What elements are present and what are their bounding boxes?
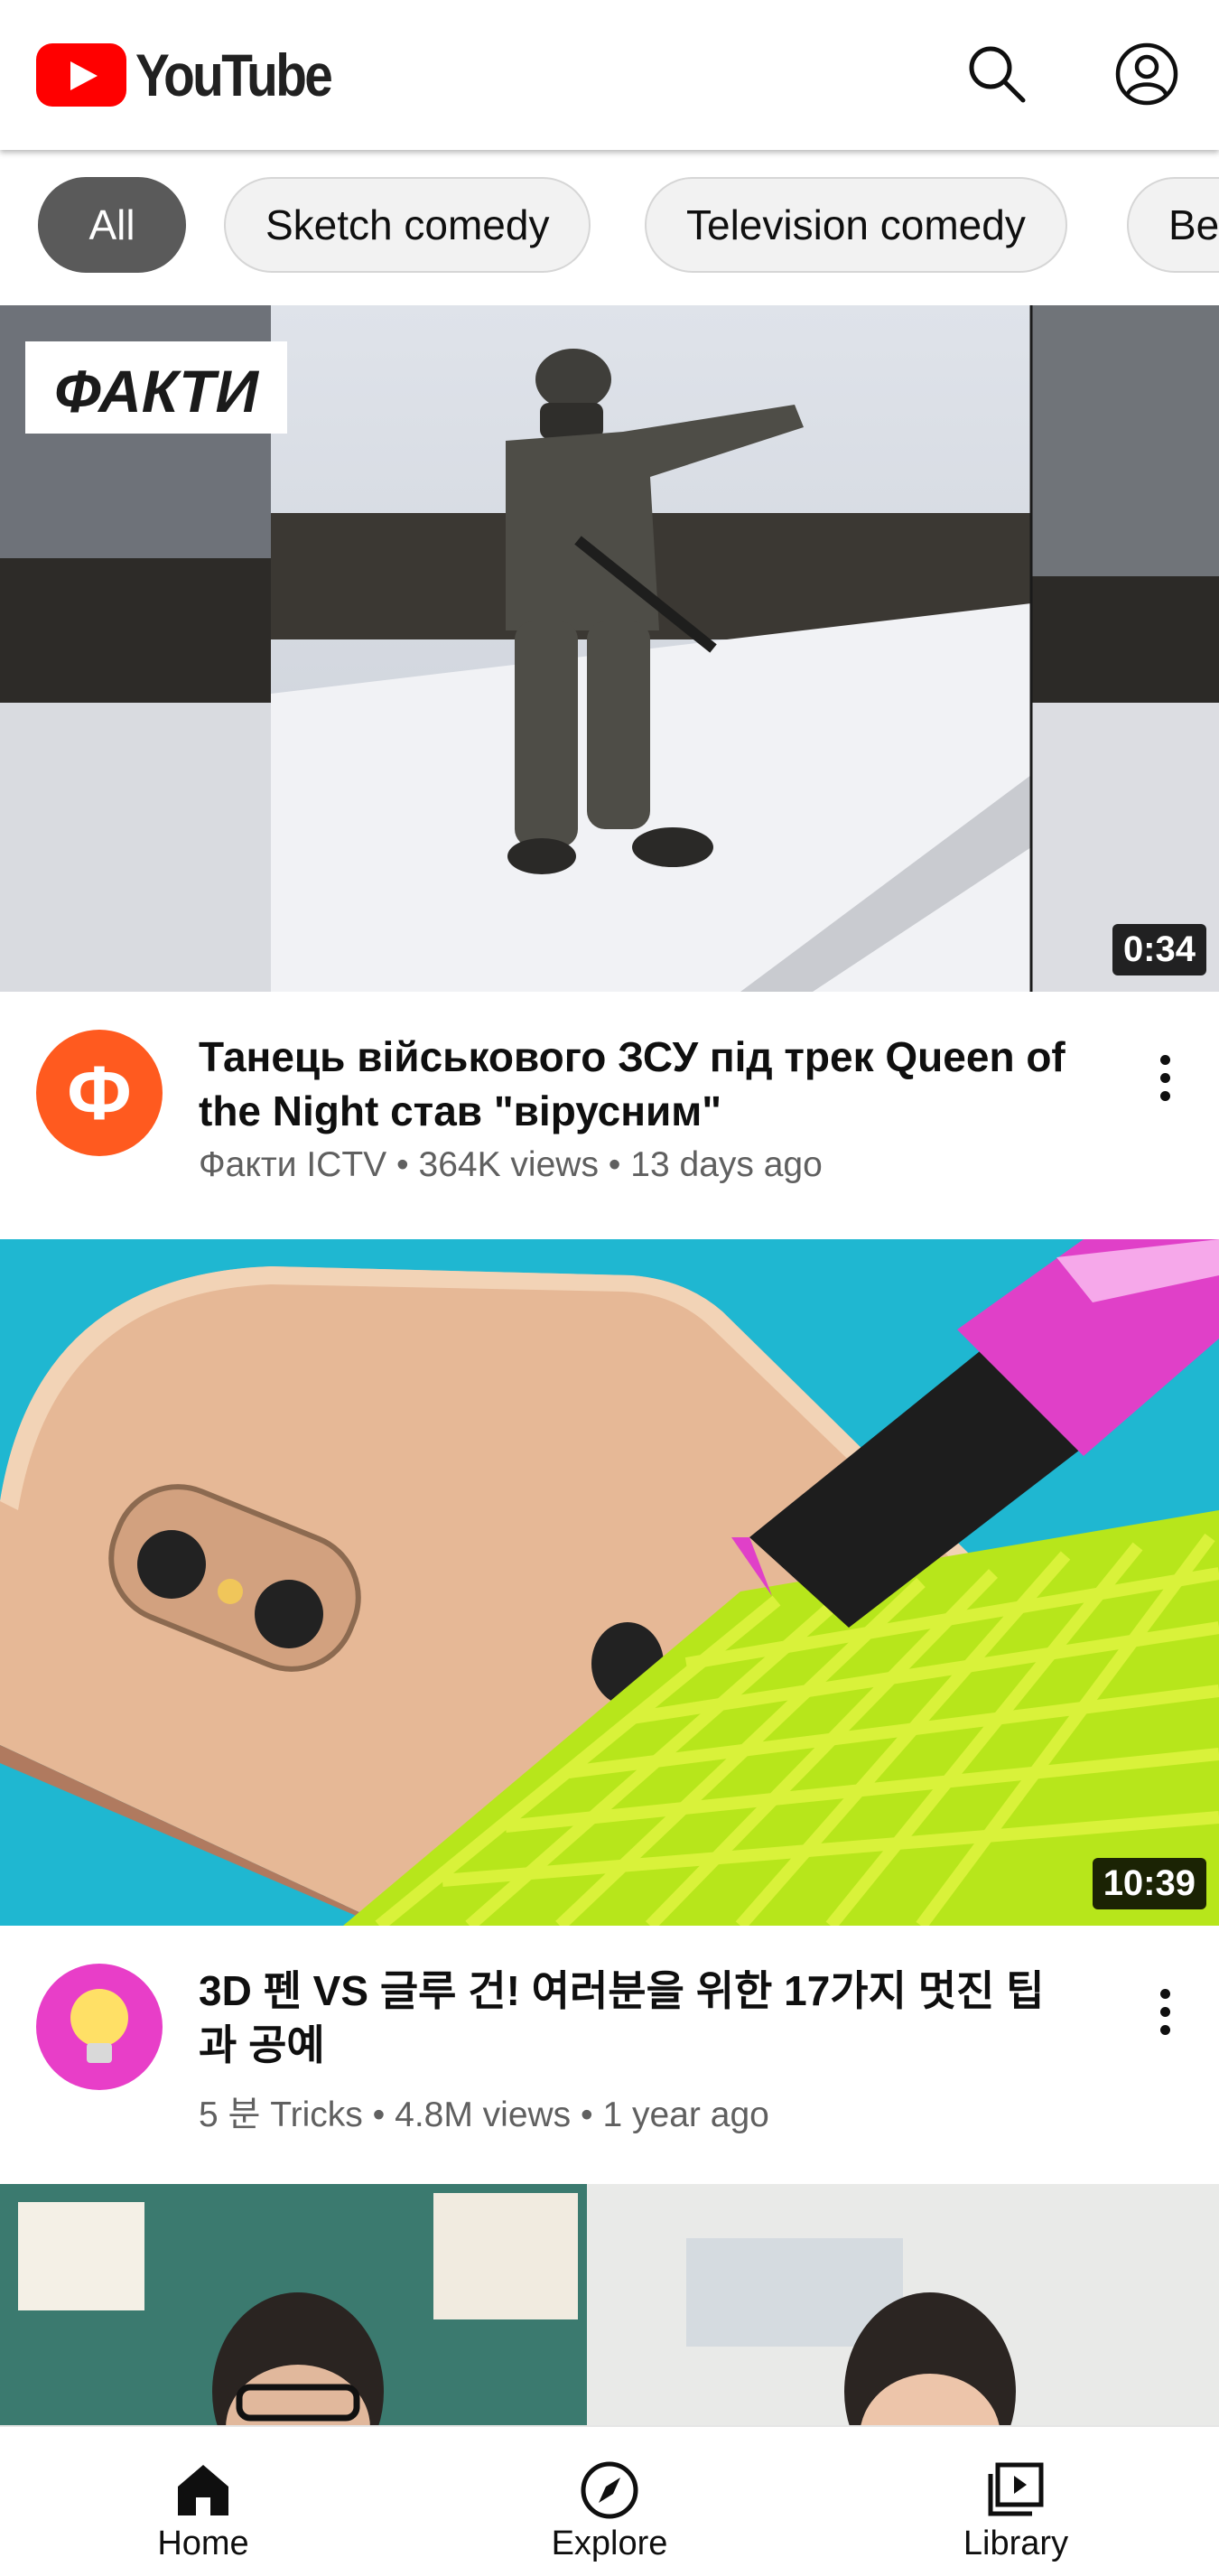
library-icon [988, 2462, 1044, 2516]
avatar-letter: Ф [67, 1050, 132, 1135]
more-options-icon[interactable] [1138, 1971, 1192, 2052]
thumbnail-overlay-text: ФАКТИ [54, 358, 259, 425]
nav-home[interactable]: Home [68, 2427, 339, 2576]
lightbulb-icon [70, 1989, 128, 2063]
compass-icon [581, 2461, 638, 2519]
chip-sketch-comedy[interactable]: Sketch comedy [224, 177, 591, 273]
home-icon [178, 2465, 228, 2515]
video-thumbnail[interactable] [0, 2184, 1219, 2428]
bottom-navigation: Home Explore Library [0, 2425, 1219, 2576]
video-duration: 0:34 [1112, 924, 1206, 975]
separator: • [581, 2095, 593, 2134]
channel-avatar[interactable]: Ф [36, 1030, 163, 1156]
thumbnail-image-classroom [0, 2184, 1219, 2428]
video-subline: Факти ICTV • 364K views • 13 days ago [199, 1145, 823, 1185]
chip-partial[interactable]: Be [1127, 177, 1219, 273]
upload-age: 13 days ago [630, 1145, 823, 1184]
chip-all[interactable]: All [38, 177, 186, 273]
nav-library-label: Library [963, 2525, 1069, 2562]
thumbnail-image-3d-pen [0, 1239, 1219, 1926]
nav-library[interactable]: Library [880, 2427, 1151, 2576]
nav-explore[interactable]: Explore [474, 2427, 745, 2576]
video-meta[interactable]: Ф Танець військового ЗСУ під трек Queen … [0, 992, 1219, 1239]
video-thumbnail[interactable]: ФАКТИ 0:34 [0, 305, 1219, 992]
separator: • [396, 1145, 409, 1184]
video-thumbnail[interactable]: 10:39 [0, 1239, 1219, 1926]
nav-home-label: Home [157, 2525, 249, 2562]
upload-age: 1 year ago [602, 2095, 769, 2134]
thumbnail-image-soldier: ФАКТИ [0, 305, 1219, 992]
search-icon[interactable] [959, 36, 1035, 112]
account-icon[interactable] [1109, 36, 1185, 112]
channel-name: Факти ICTV [199, 1145, 387, 1184]
chip-television-comedy[interactable]: Television comedy [645, 177, 1067, 273]
channel-avatar[interactable] [36, 1964, 163, 2090]
view-count: 4.8M views [395, 2095, 572, 2134]
video-title[interactable]: Танець військового ЗСУ під трек Queen of… [199, 1030, 1084, 1138]
filter-chips-bar: All Sketch comedy Television comedy Be [0, 150, 1219, 303]
video-title[interactable]: 3D 펜 VS 글루 건! 여러분을 위한 17가지 멋진 팁 과 공예 [199, 1964, 1084, 2072]
video-subline: 5 분 Tricks • 4.8M views • 1 year ago [199, 2086, 769, 2137]
logo-text: YouTube [135, 42, 333, 108]
youtube-play-logo-icon [36, 43, 126, 107]
top-app-bar: YouTube [0, 0, 1219, 150]
video-meta[interactable]: 3D 펜 VS 글루 건! 여러분을 위한 17가지 멋진 팁 과 공예 5 분… [0, 1926, 1219, 2184]
channel-name: 5 분 Tricks [199, 2095, 363, 2134]
view-count: 364K views [418, 1145, 599, 1184]
video-duration: 10:39 [1092, 1858, 1206, 1909]
more-options-icon[interactable] [1138, 1037, 1192, 1118]
separator: • [372, 2095, 386, 2134]
youtube-logo[interactable]: YouTube [36, 40, 363, 110]
nav-explore-label: Explore [551, 2525, 668, 2562]
separator: • [608, 1145, 621, 1184]
